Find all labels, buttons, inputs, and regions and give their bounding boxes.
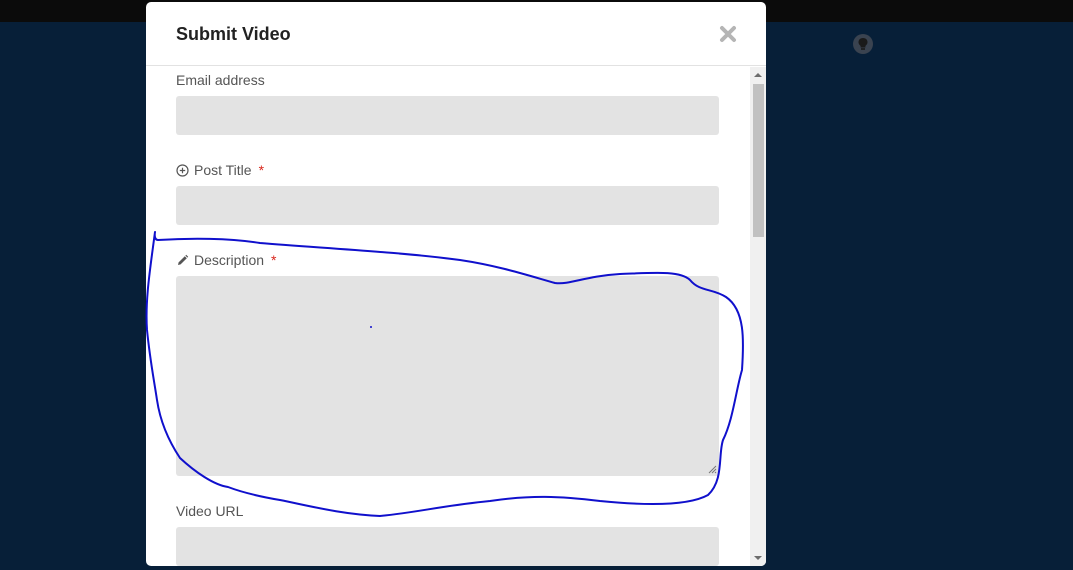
email-label-text: Email address (176, 72, 265, 88)
post-title-label: Post Title * (176, 162, 264, 178)
description-textarea[interactable] (176, 276, 719, 476)
scroll-thumb[interactable] (753, 84, 764, 237)
post-title-field[interactable] (176, 186, 719, 225)
plus-circle-icon (176, 163, 189, 177)
submit-video-modal: Submit Video Email address Post Title * (146, 2, 766, 566)
resize-grip-icon[interactable] (708, 465, 717, 474)
pencil-icon (178, 254, 189, 265)
video-url-field[interactable] (176, 527, 719, 566)
video-url-label-text: Video URL (176, 503, 244, 519)
modal-header: Submit Video (146, 2, 766, 66)
required-marker: * (258, 162, 265, 178)
scroll-up-arrow[interactable] (750, 67, 766, 83)
modal-title: Submit Video (176, 24, 291, 44)
description-label-text: Description (194, 252, 265, 268)
email-label: Email address (176, 72, 265, 88)
email-field[interactable] (176, 96, 719, 135)
background-header-right (853, 34, 873, 54)
lightbulb-icon[interactable] (853, 34, 873, 54)
description-label: Description * (176, 252, 276, 268)
caret-up-icon (754, 73, 762, 77)
required-marker: * (271, 252, 277, 268)
close-button[interactable] (714, 20, 742, 48)
video-url-label: Video URL (176, 503, 243, 519)
modal-scrollbar[interactable] (750, 67, 766, 566)
scroll-down-arrow[interactable] (750, 550, 766, 566)
modal-body: Email address Post Title * Description * (146, 67, 750, 566)
close-icon (720, 26, 736, 42)
post-title-label-text: Post Title (194, 162, 252, 178)
caret-down-icon (754, 556, 762, 560)
